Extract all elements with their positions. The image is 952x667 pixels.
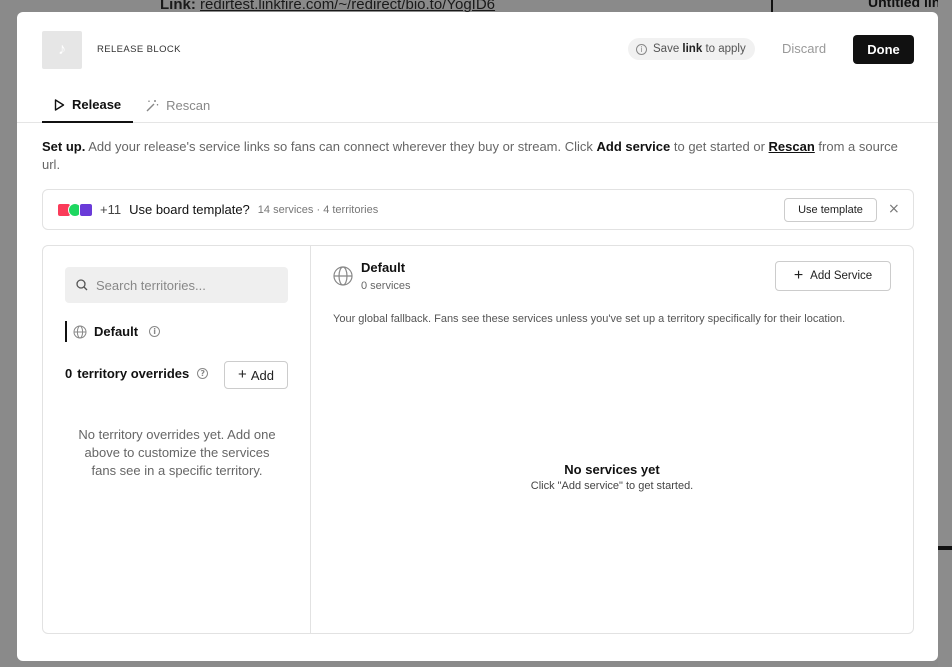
template-question: Use board template? <box>129 202 250 217</box>
default-territory-label: Default <box>94 324 139 339</box>
globe-icon <box>73 325 87 338</box>
play-icon <box>54 98 65 111</box>
services-empty-title: No services yet <box>564 462 660 477</box>
use-template-button[interactable]: Use template <box>784 198 877 222</box>
discard-button[interactable]: Discard <box>782 41 826 56</box>
territory-overrides-header: 0 territory overrides ? <box>65 366 209 381</box>
add-service-button[interactable]: + Add Service <box>775 261 891 291</box>
territory-search <box>65 267 288 303</box>
territory-empty-state: No territory overrides yet. Add one abov… <box>78 427 276 478</box>
done-button[interactable]: Done <box>853 35 914 64</box>
tab-bar: Release Rescan <box>42 88 222 123</box>
services-panel: Default i 0 territory overrides ? + Add … <box>42 245 914 634</box>
services-empty-subtitle: Click "Add service" to get started. <box>530 480 694 492</box>
detail-description: Your global fallback. Fans see these ser… <box>333 313 846 325</box>
music-note-icon: ♪ <box>58 41 66 58</box>
territory-search-input[interactable] <box>96 277 276 293</box>
plus-icon: + <box>793 267 804 284</box>
rescan-link[interactable]: Rescan <box>769 139 815 154</box>
amazon-music-icon <box>79 202 93 217</box>
help-icon[interactable]: ? <box>197 368 209 379</box>
territory-item-default[interactable]: Default i <box>65 321 161 342</box>
info-icon: i <box>636 43 647 55</box>
save-hint: i Save link to apply <box>628 38 755 60</box>
backdrop-mark <box>938 546 952 550</box>
tab-release[interactable]: Release <box>42 88 134 123</box>
globe-icon <box>333 266 353 286</box>
service-icons <box>57 202 93 217</box>
search-icon <box>76 279 88 291</box>
modal-header: ♪ RELEASE BLOCK i Save link to apply Dis… <box>17 12 938 123</box>
template-banner: +11 Use board template? 14 services · 4 … <box>42 189 914 230</box>
backdrop-shade <box>938 0 952 667</box>
template-meta: 14 services · 4 territories <box>257 203 379 216</box>
territory-sidebar: Default i 0 territory overrides ? + Add … <box>43 246 311 633</box>
backdrop-divider <box>771 0 773 12</box>
tab-rescan[interactable]: Rescan <box>133 88 222 123</box>
override-label: territory overrides <box>77 366 190 381</box>
backdrop-title: Untitled link <box>868 0 949 10</box>
info-icon[interactable]: i <box>149 326 161 337</box>
add-territory-button[interactable]: + Add <box>224 361 288 389</box>
magic-wand-icon <box>146 99 159 111</box>
territory-detail: Default 0 services + Add Service Your gl… <box>311 246 913 633</box>
save-hint-text: Save link to apply <box>653 43 746 55</box>
detail-title: Default <box>361 260 406 275</box>
close-icon[interactable]: × <box>888 201 900 217</box>
service-count: 0 services <box>361 280 411 292</box>
release-artwork[interactable]: ♪ <box>42 31 82 69</box>
intro-text: Set up. Add your release's service links… <box>42 139 898 172</box>
block-label: RELEASE BLOCK <box>97 44 181 55</box>
extra-services-count: +11 <box>100 202 122 217</box>
plus-icon: + <box>238 366 247 383</box>
override-count: 0 <box>65 366 73 381</box>
release-block-modal: ♪ RELEASE BLOCK i Save link to apply Dis… <box>17 12 938 661</box>
